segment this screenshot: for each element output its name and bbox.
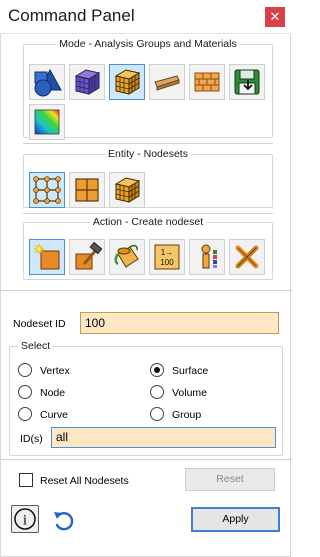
radio-group[interactable] bbox=[150, 407, 164, 421]
save-floppy-icon bbox=[234, 69, 260, 95]
separator-mode-entity bbox=[23, 143, 273, 144]
action-button-paint[interactable] bbox=[109, 239, 145, 275]
list-info-icon bbox=[201, 244, 217, 269]
action-button-modify[interactable] bbox=[69, 239, 105, 275]
radio-node[interactable] bbox=[18, 385, 32, 399]
contour-results-icon bbox=[34, 109, 60, 135]
ids-input[interactable]: all bbox=[51, 427, 276, 448]
renumber-text-bottom: 100 bbox=[160, 258, 174, 267]
radio-volume[interactable] bbox=[150, 385, 164, 399]
reset-button[interactable]: Reset bbox=[185, 468, 275, 491]
renumber-text-top: 1→ bbox=[161, 248, 173, 257]
info-button[interactable]: i bbox=[11, 505, 39, 533]
radio-surface[interactable] bbox=[150, 363, 164, 377]
create-sparkle-icon bbox=[34, 244, 60, 270]
reset-all-checkbox[interactable] bbox=[19, 473, 33, 487]
window-title: Command Panel bbox=[8, 6, 135, 25]
mode-button-geometry[interactable] bbox=[29, 64, 65, 100]
action-group-legend: Action - Create nodeset bbox=[92, 216, 204, 228]
title-bar: Command Panel ✕ bbox=[0, 0, 291, 34]
action-button-renumber[interactable]: 1→ 100 bbox=[149, 239, 185, 275]
radio-vertex-label: Vertex bbox=[40, 365, 70, 377]
info-glyph: i bbox=[23, 513, 27, 529]
select-group-legend: Select bbox=[21, 340, 51, 352]
volume-cube-icon bbox=[114, 177, 141, 203]
radio-group-label: Group bbox=[172, 409, 202, 421]
action-button-delete[interactable] bbox=[229, 239, 265, 275]
mode-button-save[interactable] bbox=[229, 64, 265, 100]
radio-vertex[interactable] bbox=[18, 363, 32, 377]
entity-button-surface[interactable] bbox=[69, 172, 105, 208]
separator-select-reset bbox=[1, 459, 292, 460]
action-button-create[interactable] bbox=[29, 239, 65, 275]
geometry-shapes-icon bbox=[34, 68, 62, 97]
radio-node-label: Node bbox=[40, 387, 66, 399]
entity-button-vertex[interactable] bbox=[29, 172, 65, 208]
mode-button-hex-block[interactable] bbox=[109, 64, 145, 100]
ids-label: ID(s) bbox=[20, 433, 43, 445]
radio-curve[interactable] bbox=[18, 407, 32, 421]
mode-button-contour[interactable] bbox=[29, 104, 65, 140]
surface-grid-icon bbox=[75, 178, 99, 202]
apply-button[interactable]: Apply bbox=[191, 507, 280, 532]
modify-hammer-icon bbox=[75, 242, 102, 270]
entity-group-legend: Entity - Nodesets bbox=[108, 148, 188, 160]
radio-volume-label: Volume bbox=[172, 387, 208, 399]
separator-entity-action bbox=[23, 213, 273, 214]
reset-all-label: Reset All Nodesets bbox=[40, 475, 129, 487]
renumber-icon: 1→ 100 bbox=[154, 244, 180, 270]
radio-curve-label: Curve bbox=[40, 409, 69, 421]
delete-tools-icon bbox=[235, 245, 259, 269]
close-button[interactable]: ✕ bbox=[265, 7, 285, 27]
entity-button-volume[interactable] bbox=[109, 172, 145, 208]
info-icon: i bbox=[14, 508, 36, 530]
mesh-cube-icon bbox=[74, 69, 101, 95]
mode-button-mesh[interactable] bbox=[69, 64, 105, 100]
nodeset-id-input[interactable]: 100 bbox=[80, 312, 279, 334]
brick-material-icon bbox=[194, 72, 220, 92]
mode-button-beam[interactable] bbox=[149, 64, 185, 100]
paint-bucket-icon bbox=[114, 244, 139, 268]
hex-block-cube-icon bbox=[114, 69, 141, 95]
action-button-list[interactable] bbox=[189, 239, 225, 275]
radio-surface-label: Surface bbox=[172, 365, 209, 377]
mode-group-legend: Mode - Analysis Groups and Materials bbox=[59, 38, 237, 50]
command-panel: Mode - Analysis Groups and Materials Ent… bbox=[0, 34, 292, 557]
vertex-grid-icon bbox=[33, 176, 61, 204]
undo-icon[interactable] bbox=[51, 508, 75, 532]
nodeset-id-label: Nodeset ID bbox=[13, 318, 66, 330]
mode-button-material[interactable] bbox=[189, 64, 225, 100]
beam-element-icon bbox=[154, 75, 180, 91]
separator-action-form bbox=[1, 290, 292, 291]
